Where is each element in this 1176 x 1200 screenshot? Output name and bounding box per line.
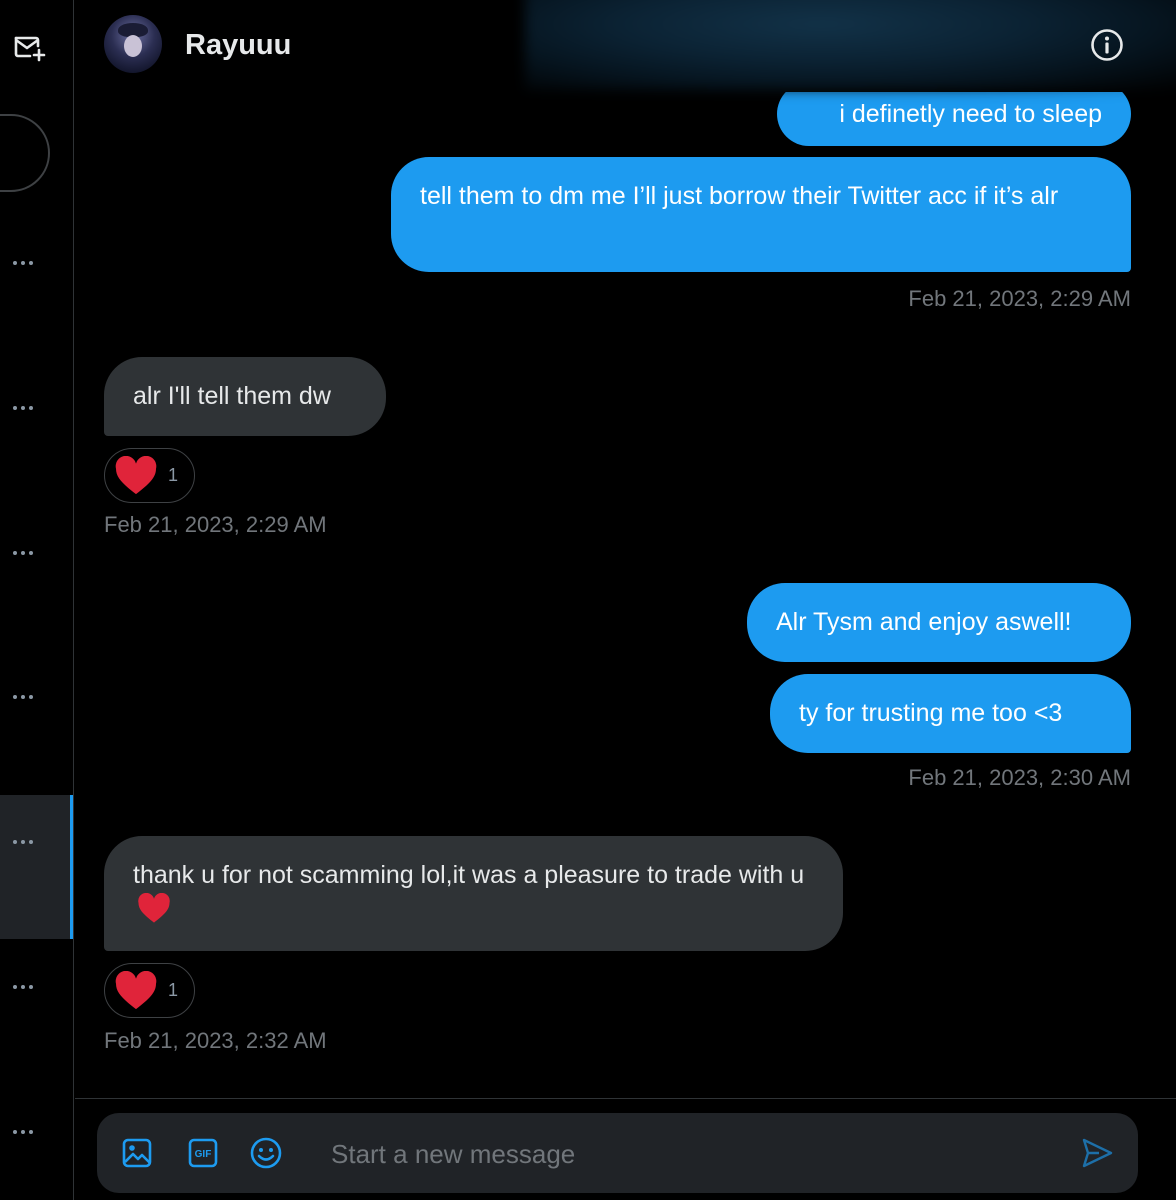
message-text: Alr Tysm and enjoy aswell! (776, 608, 1072, 636)
conversation-more-icon[interactable] (13, 1126, 43, 1138)
message-input[interactable] (329, 1133, 1033, 1175)
conversation-more-icon[interactable] (13, 257, 43, 269)
message-composer: GIF (97, 1113, 1138, 1193)
heart-icon (115, 455, 157, 494)
heart-emoji-icon (138, 892, 170, 923)
message-timestamp: Feb 21, 2023, 2:29 AM (104, 512, 327, 537)
message-timestamp: Feb 21, 2023, 2:29 AM (908, 286, 1131, 311)
conversation-more-icon[interactable] (13, 547, 43, 559)
conversation-more-icon[interactable] (13, 836, 43, 848)
message-text: alr I'll tell them dw (133, 382, 331, 410)
gif-icon[interactable]: GIF (185, 1135, 221, 1171)
info-icon[interactable] (1089, 27, 1125, 63)
new-message-icon[interactable] (12, 30, 46, 64)
conversation-sidebar (0, 0, 74, 1200)
svg-text:GIF: GIF (195, 1149, 212, 1160)
selected-conversation[interactable] (0, 795, 73, 939)
emoji-icon[interactable] (248, 1135, 284, 1171)
conversation-more-icon[interactable] (13, 402, 43, 414)
heart-icon (115, 970, 157, 1009)
message-text: tell them to dm me I’ll just borrow thei… (420, 182, 1059, 210)
message-text: thank u for not scamming lol,it was a pl… (133, 861, 805, 889)
message-text: i definetly need to sleep (839, 100, 1102, 128)
conversation-header: Rayuuu (75, 0, 1176, 92)
sent-message[interactable]: ty for trusting me too <3 (770, 674, 1131, 753)
contact-name[interactable]: Rayuuu (185, 29, 291, 62)
reaction-badge[interactable]: 1 (104, 448, 195, 503)
composer-divider (75, 1098, 1176, 1099)
sent-message[interactable]: Alr Tysm and enjoy aswell! (747, 583, 1131, 662)
message-thread: i definetly need to sleep tell them to d… (75, 82, 1176, 1098)
received-message[interactable]: thank u for not scamming lol,it was a pl… (104, 836, 843, 951)
avatar[interactable] (104, 15, 162, 73)
message-timestamp: Feb 21, 2023, 2:30 AM (908, 765, 1131, 790)
received-message[interactable]: alr I'll tell them dw (104, 357, 386, 436)
message-timestamp: Feb 21, 2023, 2:32 AM (104, 1028, 327, 1053)
reaction-badge[interactable]: 1 (104, 963, 195, 1018)
reaction-count: 1 (168, 465, 179, 485)
conversation-more-icon[interactable] (13, 691, 43, 703)
reaction-count: 1 (168, 980, 179, 1000)
send-icon[interactable] (1079, 1135, 1115, 1171)
search-input[interactable] (0, 114, 50, 192)
message-text: ty for trusting me too <3 (799, 699, 1063, 727)
sent-message[interactable]: tell them to dm me I’ll just borrow thei… (391, 157, 1131, 272)
conversation-more-icon[interactable] (13, 981, 43, 993)
image-icon[interactable] (119, 1135, 155, 1171)
blurred-region (525, 0, 1176, 90)
